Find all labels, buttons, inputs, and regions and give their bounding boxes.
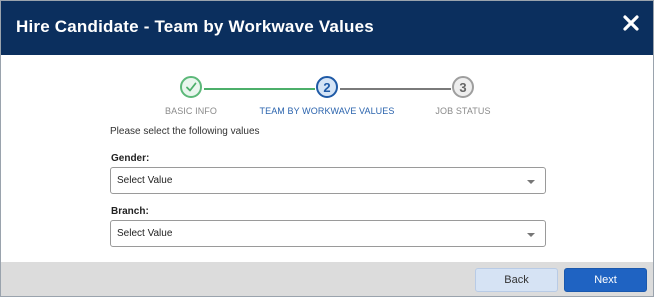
branch-label: Branch: <box>111 206 149 217</box>
dialog-header: Hire Candidate - Team by Workwave Values <box>1 1 653 55</box>
step-1-label: BASIC INFO <box>164 106 218 116</box>
step-connector-1 <box>204 88 315 90</box>
hire-candidate-dialog: Hire Candidate - Team by Workwave Values… <box>0 0 654 297</box>
step-1-circle <box>180 76 202 98</box>
branch-select[interactable]: Select Value <box>110 220 546 247</box>
close-icon[interactable] <box>621 13 641 33</box>
progress-stepper: 2 3 BASIC INFO TEAM BY WORKWAVE VALUES J… <box>1 75 653 121</box>
gender-select-value: Select Value <box>117 175 173 186</box>
back-button[interactable]: Back <box>475 268 558 292</box>
step-2-circle: 2 <box>316 76 338 98</box>
step-3-label: JOB STATUS <box>435 106 491 116</box>
step-connector-2 <box>340 88 451 90</box>
gender-label: Gender: <box>111 153 150 164</box>
gender-select[interactable]: Select Value <box>110 167 546 194</box>
step-2-label: TEAM BY WORKWAVE VALUES <box>259 106 395 116</box>
chevron-down-icon <box>527 233 535 237</box>
chevron-down-icon <box>527 180 535 184</box>
next-button[interactable]: Next <box>564 268 647 292</box>
check-icon <box>186 82 197 92</box>
dialog-footer: Back Next <box>1 262 653 296</box>
branch-select-value: Select Value <box>117 228 173 239</box>
form-instruction: Please select the following values <box>110 126 260 137</box>
dialog-title: Hire Candidate - Team by Workwave Values <box>16 17 374 36</box>
step-3-circle: 3 <box>452 76 474 98</box>
